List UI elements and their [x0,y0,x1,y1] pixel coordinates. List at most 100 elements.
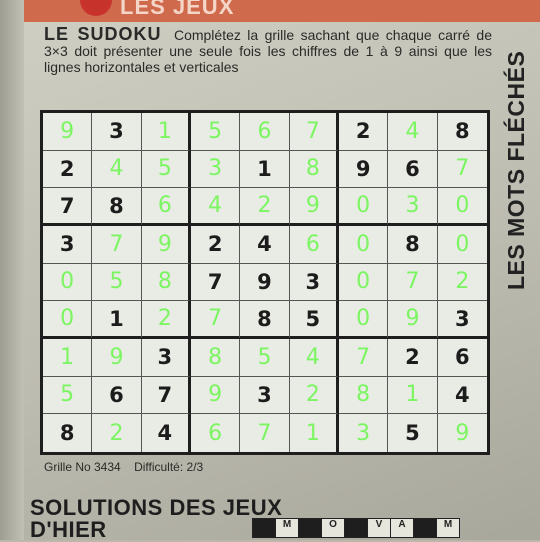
sudoku-cell: 8 [240,301,290,339]
sudoku-cell: 9 [190,376,241,415]
sudoku-cell: 2 [240,188,290,226]
sudoku-cell: 7 [190,301,241,339]
crossword-preview-cell [344,518,368,538]
sudoku-cell: 8 [190,339,241,377]
crossword-preview-cell: V [367,518,391,538]
sudoku-cell: 7 [240,414,290,452]
page-margin [0,0,24,540]
sudoku-cell: 4 [388,113,438,151]
sudoku-cell: 6 [141,188,191,226]
sudoku-cell: 3 [43,226,93,264]
sudoku-cell: 4 [92,150,142,189]
sudoku-cell: 2 [388,339,438,377]
sudoku-title: LE SUDOKU [44,24,162,44]
sudoku-cell: 1 [141,113,191,151]
sudoku-cell: 3 [190,150,241,189]
sudoku-cell: 0 [338,188,389,226]
sudoku-cell: 0 [43,263,93,302]
solutions-heading: SOLUTIONS DES JEUX D'HIER [30,497,282,541]
solutions-heading-line1: SOLUTIONS DES JEUX [30,495,283,520]
sudoku-cell: 1 [240,150,290,189]
sudoku-cell: 1 [43,339,93,377]
sudoku-cell: 1 [290,414,339,452]
sudoku-cell: 2 [338,113,389,151]
sudoku-cell: 1 [92,301,142,339]
sudoku-cell: 2 [43,150,93,189]
sudoku-cell: 5 [388,414,438,452]
sudoku-cell: 6 [289,226,339,264]
sudoku-cell: 8 [388,226,438,264]
sudoku-cell: 6 [92,376,142,415]
sudoku-cell: 7 [437,151,487,189]
sudoku-cell: 6 [240,113,290,151]
solutions-heading-line2: D'HIER [30,517,107,542]
sudoku-cell: 3 [289,263,339,302]
section-dot-icon [80,0,112,16]
sudoku-cell: 7 [388,263,438,302]
sudoku-cell: 0 [43,301,93,339]
side-section-title: LES MOTS FLÉCHÉS [503,50,529,290]
sudoku-cell: 8 [338,376,389,415]
sudoku-cell: 7 [92,226,142,264]
sudoku-cell: 2 [92,414,142,452]
sudoku-grid: 9315672482453189677864290303792460800587… [40,110,490,455]
sudoku-cell: 3 [437,301,487,339]
sudoku-instructions: LE SUDOKU Complétez la grille sachant qu… [44,24,492,75]
sudoku-cell: 9 [240,263,290,302]
sudoku-cell: 9 [455,420,470,446]
sudoku-cell: 2 [190,226,241,264]
crossword-preview-cell: M [275,518,299,538]
sudoku-cell: 2 [437,264,487,302]
sudoku-cell: 5 [43,376,93,415]
sudoku-cell: 7 [190,263,241,302]
sudoku-cell: 7 [141,376,191,415]
crossword-preview-cell [298,518,322,538]
sudoku-cell: 6 [191,414,241,452]
sudoku-cell: 7 [289,113,339,151]
sudoku-cell: 3 [339,414,389,452]
section-header-band: LES JEUX [24,0,540,22]
crossword-preview-cell [413,518,437,538]
sudoku-cell: 6 [437,339,487,377]
sudoku-cell: 2 [141,301,191,339]
sudoku-cell: 5 [141,150,191,189]
sudoku-cell: 9 [338,150,389,189]
sudoku-cell: 9 [92,339,142,377]
sudoku-cell: 8 [92,188,142,226]
sudoku-cell: 5 [240,339,290,377]
sudoku-cell: 8 [43,414,93,452]
sudoku-cell: 9 [388,301,438,339]
sudoku-cell: 3 [141,339,191,377]
grid-difficulty: Difficulté: 2/3 [134,460,204,474]
sudoku-cell: 5 [289,301,339,339]
sudoku-cell: 3 [388,188,438,226]
grid-number: Grille No 3434 [44,460,121,474]
sudoku-cell: 1 [388,376,438,415]
sudoku-cell: 4 [289,339,339,377]
sudoku-cell: 4 [190,188,241,226]
sudoku-cell: 4 [240,226,290,264]
sudoku-cell: 8 [141,263,191,302]
sudoku-cell: 7 [43,188,93,226]
crossword-preview-cell: O [321,518,345,538]
crossword-preview-cell: A [390,518,414,538]
sudoku-cell: 0 [338,226,389,264]
sudoku-cell: 0 [338,263,389,302]
sudoku-cell: 5 [190,113,241,151]
sudoku-cell: 0 [437,226,487,264]
sudoku-cell: 5 [92,263,142,302]
sudoku-cell: 8 [437,113,487,151]
section-header-label: LES JEUX [120,0,235,19]
sudoku-cell: 4 [142,414,191,452]
sudoku-cell: 9 [43,113,93,151]
sudoku-cell: 8 [289,150,339,189]
sudoku-cell: 9 [141,226,191,264]
crossword-preview: M O VA M [252,518,460,538]
sudoku-cell: 7 [338,339,389,377]
sudoku-cell: 3 [92,113,142,151]
crossword-preview-cell: M [436,518,460,538]
sudoku-cell: 0 [437,188,487,226]
newspaper-page: LES JEUX LE SUDOKU Complétez la grille s… [0,0,540,541]
sudoku-cell: 2 [289,376,339,415]
sudoku-cell: 0 [338,301,389,339]
